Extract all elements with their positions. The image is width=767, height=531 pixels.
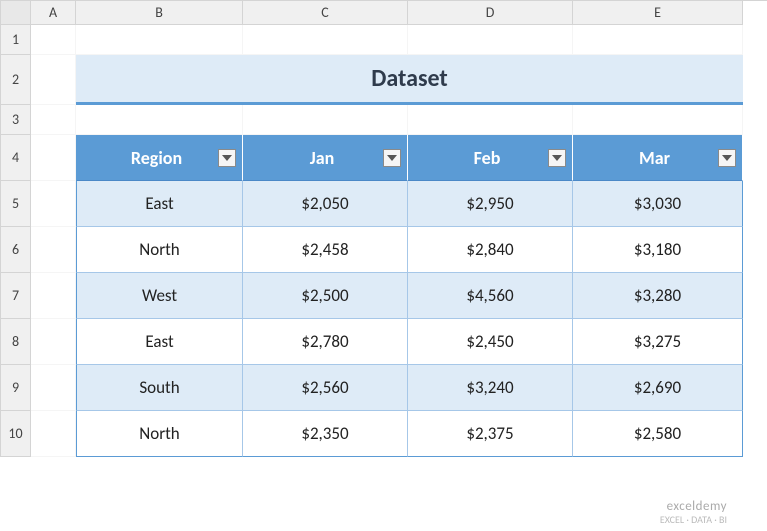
table-cell[interactable]: $3,180	[573, 227, 743, 273]
cell-A9[interactable]	[31, 365, 76, 411]
cell-A6[interactable]	[31, 227, 76, 273]
row-header-2[interactable]: 2	[1, 55, 31, 105]
col-header-A[interactable]: A	[31, 1, 76, 25]
row-header-1[interactable]: 1	[1, 25, 31, 55]
row-header-10[interactable]: 10	[1, 411, 31, 457]
table-cell[interactable]: North	[76, 227, 243, 273]
chevron-down-icon	[722, 155, 732, 161]
select-all-corner[interactable]	[1, 1, 31, 25]
row-header-4[interactable]: 4	[1, 135, 31, 181]
table-header-label: Mar	[573, 147, 718, 169]
table-cell[interactable]: $2,500	[243, 273, 408, 319]
row-header-3[interactable]: 3	[1, 105, 31, 135]
table-header-jan[interactable]: Jan	[243, 135, 408, 181]
table-cell[interactable]: $2,375	[408, 411, 573, 457]
cell-A5[interactable]	[31, 181, 76, 227]
row-header-7[interactable]: 7	[1, 273, 31, 319]
table-cell[interactable]: $4,560	[408, 273, 573, 319]
cell-B1[interactable]	[76, 25, 243, 55]
filter-button-feb[interactable]	[548, 149, 566, 167]
cell-A7[interactable]	[31, 273, 76, 319]
cell-A8[interactable]	[31, 319, 76, 365]
watermark-tagline: EXCEL · DATA · BI	[660, 514, 727, 525]
table-cell[interactable]: $2,050	[243, 181, 408, 227]
chevron-down-icon	[222, 155, 232, 161]
cell-A10[interactable]	[31, 411, 76, 457]
table-cell[interactable]: $2,950	[408, 181, 573, 227]
table-header-region[interactable]: Region	[76, 135, 243, 181]
table-header-feb[interactable]: Feb	[408, 135, 573, 181]
cell-C3[interactable]	[243, 105, 408, 135]
table-cell[interactable]: $3,275	[573, 319, 743, 365]
table-header-label: Feb	[408, 147, 548, 169]
table-cell[interactable]: $2,458	[243, 227, 408, 273]
table-header-mar[interactable]: Mar	[573, 135, 743, 181]
table-cell[interactable]: $2,560	[243, 365, 408, 411]
spreadsheet-grid: A B C D E 1 2 Dataset 3 4 Region Jan Feb…	[0, 0, 767, 457]
dataset-title[interactable]: Dataset	[76, 55, 743, 105]
table-cell[interactable]: South	[76, 365, 243, 411]
col-header-D[interactable]: D	[408, 1, 573, 25]
table-cell[interactable]: $2,780	[243, 319, 408, 365]
cell-B3[interactable]	[76, 105, 243, 135]
table-cell[interactable]: East	[76, 181, 243, 227]
cell-E1[interactable]	[573, 25, 743, 55]
table-header-label: Region	[77, 147, 218, 169]
row-header-6[interactable]: 6	[1, 227, 31, 273]
table-cell[interactable]: $3,240	[408, 365, 573, 411]
cell-A4[interactable]	[31, 135, 76, 181]
row-header-5[interactable]: 5	[1, 181, 31, 227]
table-cell[interactable]: $2,580	[573, 411, 743, 457]
table-cell[interactable]: $2,450	[408, 319, 573, 365]
filter-button-mar[interactable]	[718, 149, 736, 167]
col-header-E[interactable]: E	[573, 1, 743, 25]
chevron-down-icon	[552, 155, 562, 161]
row-header-9[interactable]: 9	[1, 365, 31, 411]
filter-button-jan[interactable]	[383, 149, 401, 167]
row-header-8[interactable]: 8	[1, 319, 31, 365]
table-cell[interactable]: North	[76, 411, 243, 457]
table-cell[interactable]: East	[76, 319, 243, 365]
cell-D1[interactable]	[408, 25, 573, 55]
col-header-C[interactable]: C	[243, 1, 408, 25]
cell-E3[interactable]	[573, 105, 743, 135]
table-cell[interactable]: $3,030	[573, 181, 743, 227]
col-header-B[interactable]: B	[76, 1, 243, 25]
table-cell[interactable]: $2,690	[573, 365, 743, 411]
table-cell[interactable]: $3,280	[573, 273, 743, 319]
table-cell[interactable]: $2,840	[408, 227, 573, 273]
table-cell[interactable]: $2,350	[243, 411, 408, 457]
watermark-brand: exceldemy	[660, 500, 727, 514]
cell-A2[interactable]	[31, 55, 76, 105]
cell-D3[interactable]	[408, 105, 573, 135]
table-header-label: Jan	[243, 147, 383, 169]
chevron-down-icon	[387, 155, 397, 161]
cell-A1[interactable]	[31, 25, 76, 55]
table-cell[interactable]: West	[76, 273, 243, 319]
cell-A3[interactable]	[31, 105, 76, 135]
watermark: exceldemy EXCEL · DATA · BI	[660, 500, 727, 525]
filter-button-region[interactable]	[218, 149, 236, 167]
cell-C1[interactable]	[243, 25, 408, 55]
